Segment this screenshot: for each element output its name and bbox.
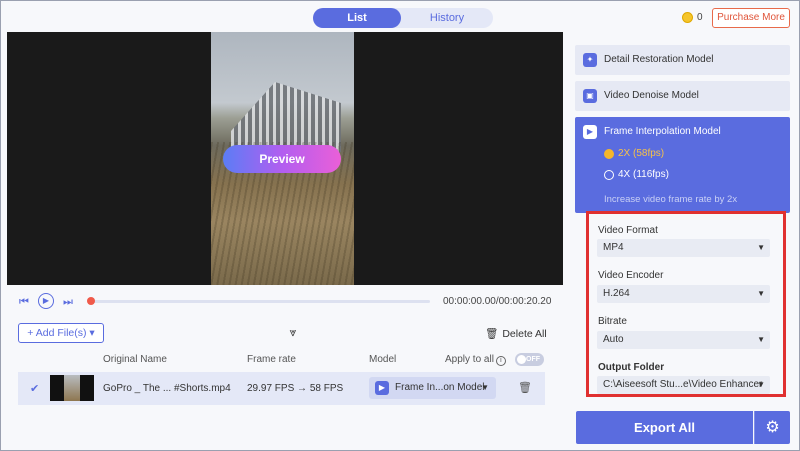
row-model-label: Frame In...on Model <box>395 382 485 393</box>
video-denoise-icon: ▣ <box>583 89 597 103</box>
toggle-knob <box>517 355 526 364</box>
top-bar: List History 0 Purchase More <box>1 1 799 32</box>
trash-icon: 🗑 <box>485 328 499 340</box>
video-encoder-label: Video Encoder <box>598 270 664 281</box>
option-2x-label[interactable]: 2X (58fps) <box>618 148 664 159</box>
table-row[interactable]: ✔ GoPro _ The ... #Shorts.mp4 29.97 FPS … <box>18 372 545 405</box>
export-all-button[interactable]: Export All <box>576 411 753 444</box>
video-denoise-card[interactable]: ▣ Video Denoise Model <box>575 81 790 111</box>
playback-bar: ⏮ ▶ ⏭ 00:00:00.00/00:00:20.20 <box>7 285 563 319</box>
detail-restoration-icon: ✦ <box>583 53 597 67</box>
video-encoder-value: H.264 <box>603 288 630 299</box>
progress-handle[interactable] <box>87 297 95 305</box>
detail-restoration-label: Detail Restoration Model <box>604 54 714 65</box>
caret-down-icon: ▼ <box>481 383 489 392</box>
frame-rate-value: 29.97 FPS → 58 FPS <box>247 383 343 394</box>
list-toolbar: + Add File(s) ▾ ⩔ 🗑 Delete All <box>7 319 563 349</box>
caret-down-icon: ▼ <box>757 289 765 298</box>
video-format-value: MP4 <box>603 242 624 253</box>
frame-interpolation-icon: ▶ <box>375 381 389 395</box>
file-table-header: Original Name Frame rate Model Apply to … <box>7 349 563 371</box>
play-icon[interactable]: ▶ <box>38 293 54 309</box>
bitrate-label: Bitrate <box>598 316 627 327</box>
coin-icon <box>682 12 693 23</box>
caret-down-icon: ▼ <box>757 335 765 344</box>
trash-icon[interactable]: 🗑 <box>518 381 532 394</box>
row-model-dropdown[interactable]: ▶ Frame In...on Model ▼ <box>369 377 496 399</box>
tab-list[interactable]: List <box>313 8 401 28</box>
video-preview-area: Preview <box>7 32 563 285</box>
add-files-button[interactable]: + Add File(s) ▾ <box>18 323 104 343</box>
video-denoise-label: Video Denoise Model <box>604 90 699 101</box>
option-4x-label[interactable]: 4X (116fps) <box>618 169 669 180</box>
app-window: List History 0 Purchase More Preview ⏮ ▶… <box>0 0 800 451</box>
fps-from: 29.97 FPS <box>247 383 295 394</box>
tab-history[interactable]: History <box>401 8 493 28</box>
arrow-right-icon: → <box>297 383 308 394</box>
delete-all-label: Delete All <box>502 328 547 340</box>
video-format-label: Video Format <box>598 225 658 236</box>
toggle-state-label: OFF <box>526 356 540 363</box>
apply-all-toggle[interactable]: OFF <box>515 353 544 366</box>
purchase-more-button[interactable]: Purchase More <box>712 8 790 28</box>
col-model: Model <box>369 354 397 365</box>
radio-4x[interactable] <box>604 170 614 180</box>
video-encoder-select[interactable]: H.264 ▼ <box>597 285 770 303</box>
col-original-name: Original Name <box>103 354 167 365</box>
file-name: GoPro _ The ... #Shorts.mp4 <box>103 383 231 394</box>
delete-all-button[interactable]: 🗑 Delete All <box>485 327 547 340</box>
output-folder-label: Output Folder <box>598 362 665 373</box>
frame-interpolation-icon: ▶ <box>583 125 597 139</box>
frame-interpolation-card[interactable]: ▶ Frame Interpolation Model 2X (58fps) 4… <box>575 117 790 213</box>
skip-prev-icon[interactable]: ⏮ <box>17 295 31 309</box>
coin-count: 0 <box>697 12 703 23</box>
frame-interpolation-description: Increase video frame rate by 2x <box>604 194 738 205</box>
fps-to: 58 FPS <box>309 383 344 394</box>
check-icon[interactable]: ✔ <box>30 382 39 395</box>
output-settings: Video Format MP4 ▼ Video Encoder H.264 ▼… <box>586 211 786 397</box>
col-frame-rate: Frame rate <box>247 354 296 365</box>
view-tabs: List History <box>313 8 493 28</box>
apply-all-label: Apply to all <box>445 354 494 365</box>
info-icon[interactable]: i <box>495 356 506 366</box>
gear-icon[interactable]: ⚙ <box>754 411 790 444</box>
timecode: 00:00:00.00/00:00:20.20 <box>443 296 552 307</box>
output-folder-select[interactable]: C:\Aiseesoft Stu...e\Video Enhancer ▼ <box>597 376 770 394</box>
bitrate-select[interactable]: Auto ▼ <box>597 331 770 349</box>
skip-next-icon[interactable]: ⏭ <box>61 295 75 309</box>
caret-down-icon: ▼ <box>757 243 765 252</box>
caret-down-icon: ▼ <box>757 380 765 389</box>
collapse-chevron-icon[interactable]: ⩔ <box>285 325 301 339</box>
video-format-select[interactable]: MP4 ▼ <box>597 239 770 257</box>
col-apply-all: Apply to all i <box>445 354 506 366</box>
detail-restoration-card[interactable]: ✦ Detail Restoration Model <box>575 45 790 75</box>
radio-2x[interactable] <box>604 149 614 159</box>
video-thumbnail <box>50 375 94 401</box>
preview-button[interactable]: Preview <box>223 145 341 173</box>
progress-track[interactable] <box>90 300 430 303</box>
frame-interpolation-label: Frame Interpolation Model <box>604 126 721 137</box>
bitrate-value: Auto <box>603 334 624 345</box>
output-folder-value: C:\Aiseesoft Stu...e\Video Enhancer <box>603 379 763 390</box>
